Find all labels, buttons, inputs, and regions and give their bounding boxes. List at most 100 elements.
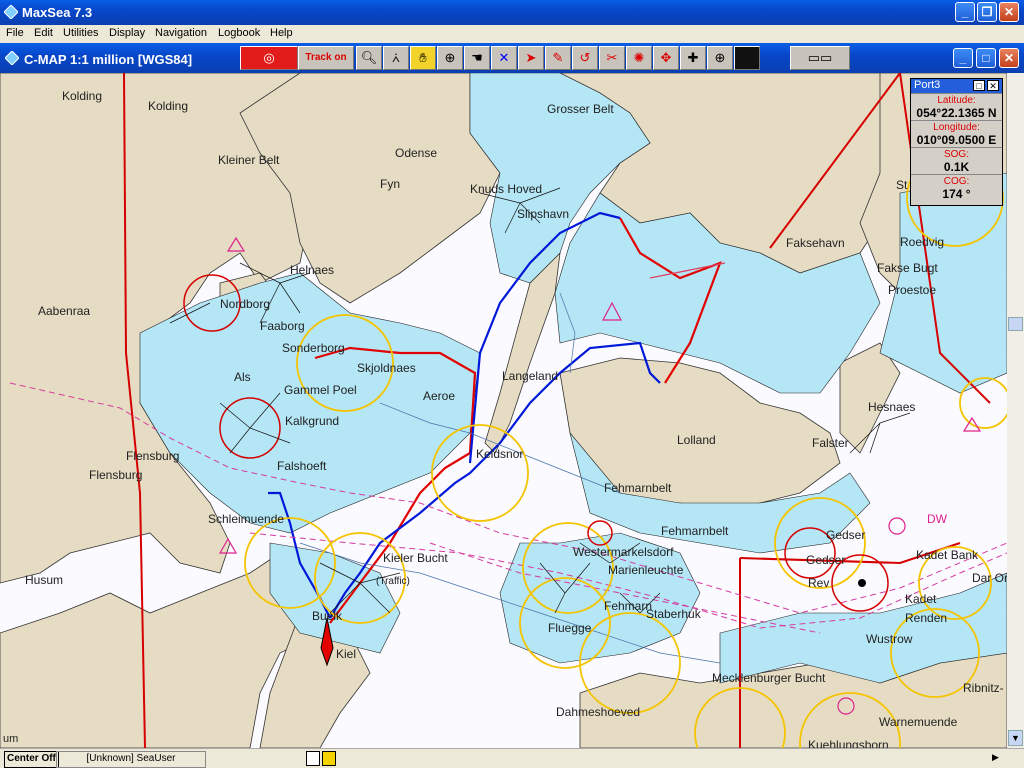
label-warnemuende: Warnemuende	[879, 715, 958, 729]
label-kadet-bank: Kadet Bank	[916, 548, 979, 562]
track-on-button[interactable]: Track on	[298, 46, 354, 70]
port-panel-restore-button[interactable]: □	[973, 80, 985, 91]
move-button[interactable]: ✥	[653, 46, 679, 70]
plus-button[interactable]: ✚	[680, 46, 706, 70]
pencil-button[interactable]: ✎	[545, 46, 571, 70]
close-button[interactable]: ✕	[999, 2, 1019, 22]
minimize-button[interactable]: _	[955, 2, 975, 22]
menu-navigation[interactable]: Navigation	[155, 27, 207, 39]
zoom-button[interactable]: 🔍︎	[356, 46, 382, 70]
latitude-cell: Latitude: 054°22.1365 N	[911, 93, 1002, 120]
label-aeroe: Aeroe	[423, 389, 456, 403]
menu-file[interactable]: File	[6, 27, 24, 39]
crosshair-icon: ⊕	[444, 50, 456, 65]
center-off-button[interactable]: Center Off	[4, 751, 59, 768]
label-odense: Odense	[395, 146, 438, 160]
label-fluegge: Fluegge	[548, 621, 592, 635]
cursor-cross-button[interactable]: ⊕	[437, 46, 463, 70]
scroll-down-button[interactable]: ▼	[1008, 730, 1023, 746]
sog-value: 0.1K	[943, 160, 970, 174]
chart-window-title: C-MAP 1:1 million [WGS84]	[24, 52, 193, 67]
label-lolland: Lolland	[677, 433, 716, 447]
label-marienleuchte: Marienleuchte	[608, 563, 684, 577]
arrow-right-icon: ▶	[992, 752, 999, 762]
longitude-value: 010°09.0500 E	[916, 133, 997, 147]
route-button[interactable]: ↺	[572, 46, 598, 70]
scissors-button[interactable]: ✂	[599, 46, 625, 70]
label-als: Als	[234, 370, 251, 384]
measure-button[interactable]: ✕	[491, 46, 517, 70]
chart-close-button[interactable]: ✕	[999, 48, 1019, 68]
label-falshoeft: Falshoeft	[277, 459, 327, 473]
menu-utilities[interactable]: Utilities	[63, 27, 98, 39]
label-kleiner-belt: Kleiner Belt	[218, 153, 280, 167]
label-mecklenburger-bucht: Mecklenburger Bucht	[712, 671, 826, 685]
label-aabenraa: Aabenraa	[38, 304, 91, 318]
menu-logbook[interactable]: Logbook	[218, 27, 260, 39]
scroll-thumb[interactable]	[1008, 317, 1023, 331]
port-panel-close-button[interactable]: ✕	[987, 80, 999, 91]
label-kalkgrund: Kalkgrund	[285, 414, 340, 428]
label-stevns: St	[896, 178, 908, 192]
compass-icon: ⩑	[392, 50, 400, 65]
scissors-icon: ✂	[606, 50, 618, 65]
pan-button[interactable]: ✋︎	[410, 46, 436, 70]
window-layout-button[interactable]: ▭▭	[790, 46, 850, 70]
maxsea-app-icon	[4, 5, 18, 19]
window-layout-icon: ▭▭	[807, 50, 833, 65]
mob-button[interactable]: ◎	[240, 46, 298, 70]
chart-map[interactable]: Kolding Kolding Kleiner Belt Odense Fyn …	[0, 73, 1007, 748]
corner-label: um	[3, 733, 19, 745]
sog-cell: SOG: 0.1K	[911, 147, 1002, 174]
compass-button[interactable]: ⩑	[383, 46, 409, 70]
label-deep-water-route: DW	[927, 512, 947, 526]
light-circle	[959, 377, 1007, 429]
chart-maximize-button[interactable]: □	[976, 48, 996, 68]
label-knuds-hoved: Knuds Hoved	[470, 182, 543, 196]
status-indicator[interactable]	[306, 751, 320, 766]
label-grosser-belt: Grosser Belt	[547, 102, 614, 116]
land-germany-east	[579, 652, 1007, 748]
chart-minimize-button[interactable]: _	[953, 48, 973, 68]
label-flensburg-west: Flensburg	[89, 468, 143, 482]
move-arrows-icon: ✥	[660, 50, 672, 65]
select-arrow-button[interactable]: ➤	[518, 46, 544, 70]
label-keldsnor: Keldsnor	[476, 447, 524, 461]
label-langeland: Langeland	[502, 369, 559, 383]
grab-icon: ☚	[471, 50, 483, 65]
port-data-panel[interactable]: Port3 □ ✕ Latitude: 054°22.1365 N Longit…	[910, 78, 1003, 206]
label-kolding-town: Kolding	[148, 99, 189, 113]
label-kuehlungsborn: Kuehlungsborn	[808, 738, 889, 748]
status-indicator-yellow[interactable]	[322, 751, 336, 766]
label-buelk: Buelk	[312, 609, 343, 623]
land-falster	[839, 342, 901, 454]
label-skjoldnaes: Skjoldnaes	[357, 361, 416, 375]
sog-label: SOG:	[943, 149, 969, 160]
mark-button[interactable]: ⊕	[707, 46, 733, 70]
nautical-chart	[0, 73, 1007, 748]
label-kolding: Kolding	[62, 89, 103, 103]
label-helnaes: Helnaes	[290, 263, 335, 277]
longitude-cell: Longitude: 010°09.0500 E	[911, 120, 1002, 147]
waypoint-button[interactable]: ✺	[626, 46, 652, 70]
scroll-right-button[interactable]: ▶	[992, 752, 999, 763]
chart-window-icon	[5, 51, 19, 65]
vertical-scrollbar[interactable]: ▼	[1007, 73, 1024, 748]
app-title: MaxSea 7.3	[22, 5, 93, 20]
label-gammel-poel: Gammel Poel	[284, 383, 357, 397]
label-faaborg: Faaborg	[260, 319, 305, 333]
longitude-label: Longitude:	[933, 122, 980, 133]
label-fehmarnbelt-east: Fehmarnbelt	[661, 524, 729, 538]
restore-button[interactable]: ❐	[977, 2, 997, 22]
label-ribnitz: Ribnitz-	[963, 681, 1004, 695]
measure-icon: ✕	[498, 50, 510, 65]
hand-select-button[interactable]: ☚	[464, 46, 490, 70]
menu-help[interactable]: Help	[270, 27, 293, 39]
land-langeland	[484, 251, 561, 454]
menu-edit[interactable]: Edit	[34, 27, 53, 39]
night-mode-button[interactable]	[734, 46, 760, 70]
label-husum: Husum	[25, 573, 64, 587]
menu-display[interactable]: Display	[109, 27, 145, 39]
label-faksehavn: Faksehavn	[786, 236, 845, 250]
label-roedvig: Roedvig	[900, 235, 945, 249]
